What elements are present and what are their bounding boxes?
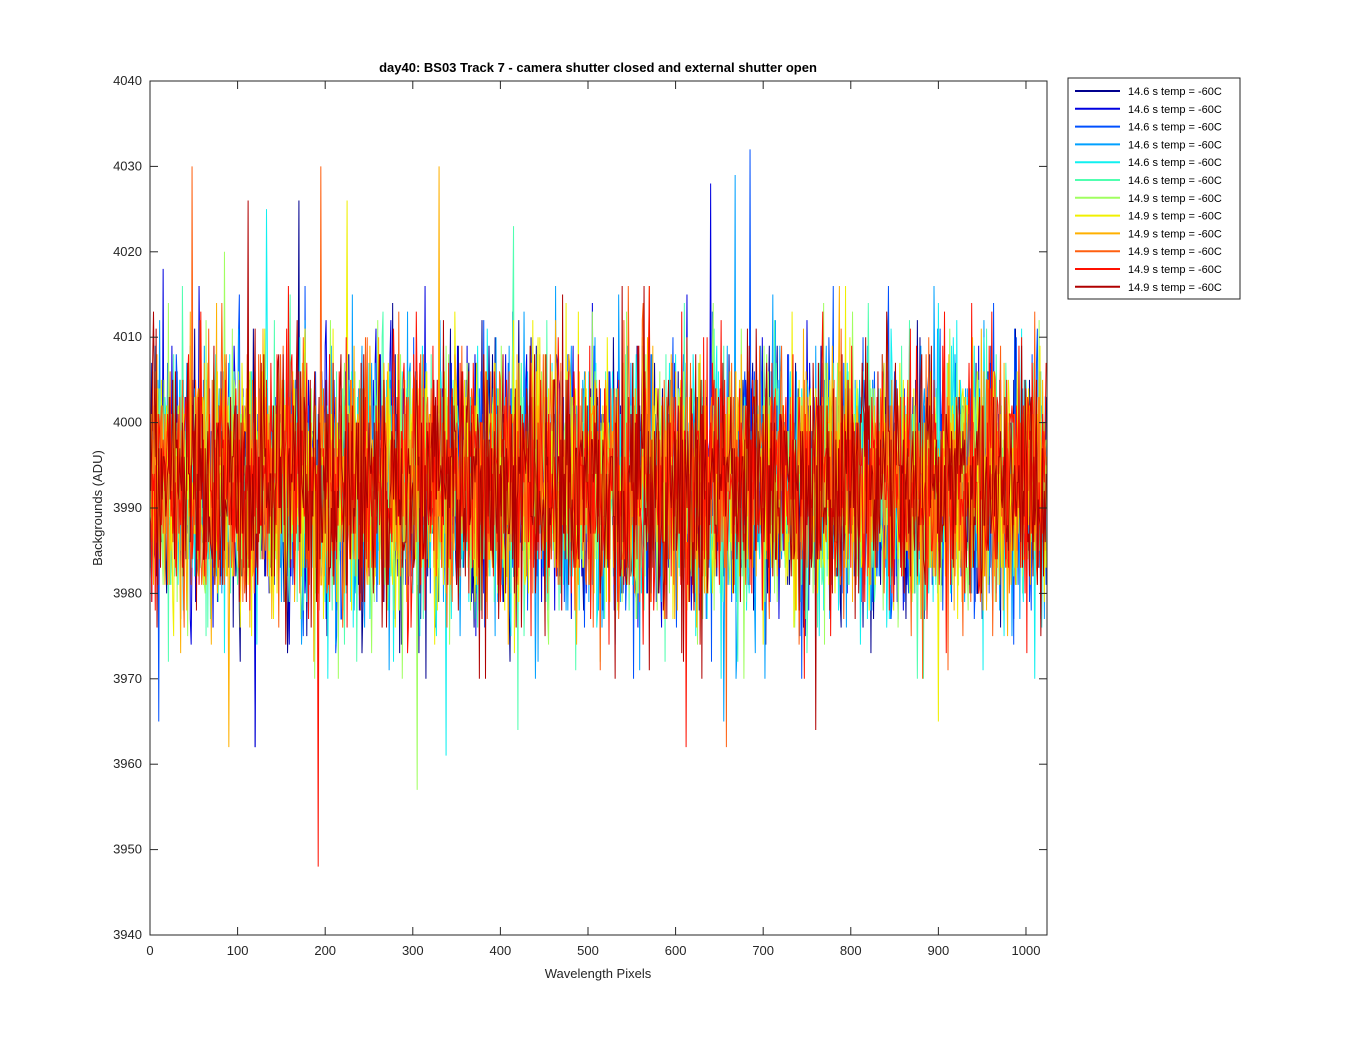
legend-entry-label: 14.9 s temp = -60C (1128, 282, 1222, 294)
legend-entry-label: 14.9 s temp = -60C (1128, 264, 1222, 276)
y-tick-label: 3990 (113, 500, 142, 515)
x-tick-label: 700 (752, 943, 774, 958)
x-tick-label: 800 (840, 943, 862, 958)
legend-entry-label: 14.9 s temp = -60C (1128, 228, 1222, 240)
legend-entry-label: 14.9 s temp = -60C (1128, 193, 1222, 205)
y-tick-label: 3950 (113, 842, 142, 857)
legend-entry-label: 14.6 s temp = -60C (1128, 104, 1222, 116)
x-tick-label: 100 (227, 943, 249, 958)
legend-entry-label: 14.6 s temp = -60C (1128, 175, 1222, 187)
legend-entry-label: 14.6 s temp = -60C (1128, 157, 1222, 169)
y-axis-label: Backgrounds (ADU) (90, 450, 105, 566)
legend-entry-label: 14.9 s temp = -60C (1128, 211, 1222, 223)
legend-entry-label: 14.6 s temp = -60C (1128, 86, 1222, 98)
x-tick-label: 400 (490, 943, 512, 958)
y-tick-label: 3940 (113, 927, 142, 942)
x-tick-label: 900 (928, 943, 950, 958)
x-tick-label: 600 (665, 943, 687, 958)
x-tick-label: 300 (402, 943, 424, 958)
legend: 14.6 s temp = -60C 14.6 s temp = -60C 14.6… (1067, 77, 1241, 300)
legend-entry-label: 14.9 s temp = -60C (1128, 246, 1222, 258)
figure: day40: BS03 Track 7 - camera shutter clo… (0, 0, 1350, 1050)
y-tick-label: 3960 (113, 756, 142, 771)
y-tick-label: 4030 (113, 158, 142, 173)
x-tick-label: 200 (314, 943, 336, 958)
x-tick-label: 1000 (1012, 943, 1041, 958)
y-tick-label: 4010 (113, 329, 142, 344)
legend-entry-label: 14.6 s temp = -60C (1128, 139, 1222, 151)
x-tick-label: 500 (577, 943, 599, 958)
y-tick-label: 4000 (113, 415, 142, 430)
chart-title: day40: BS03 Track 7 - camera shutter clo… (379, 60, 817, 75)
y-tick-label: 4020 (113, 244, 142, 259)
y-tick-label: 3980 (113, 585, 142, 600)
legend-entry-label: 14.6 s temp = -60C (1128, 122, 1222, 134)
x-tick-label: 0 (146, 943, 153, 958)
y-tick-label: 4040 (113, 73, 142, 88)
x-axis-label: Wavelength Pixels (545, 966, 652, 981)
y-tick-label: 3970 (113, 671, 142, 686)
